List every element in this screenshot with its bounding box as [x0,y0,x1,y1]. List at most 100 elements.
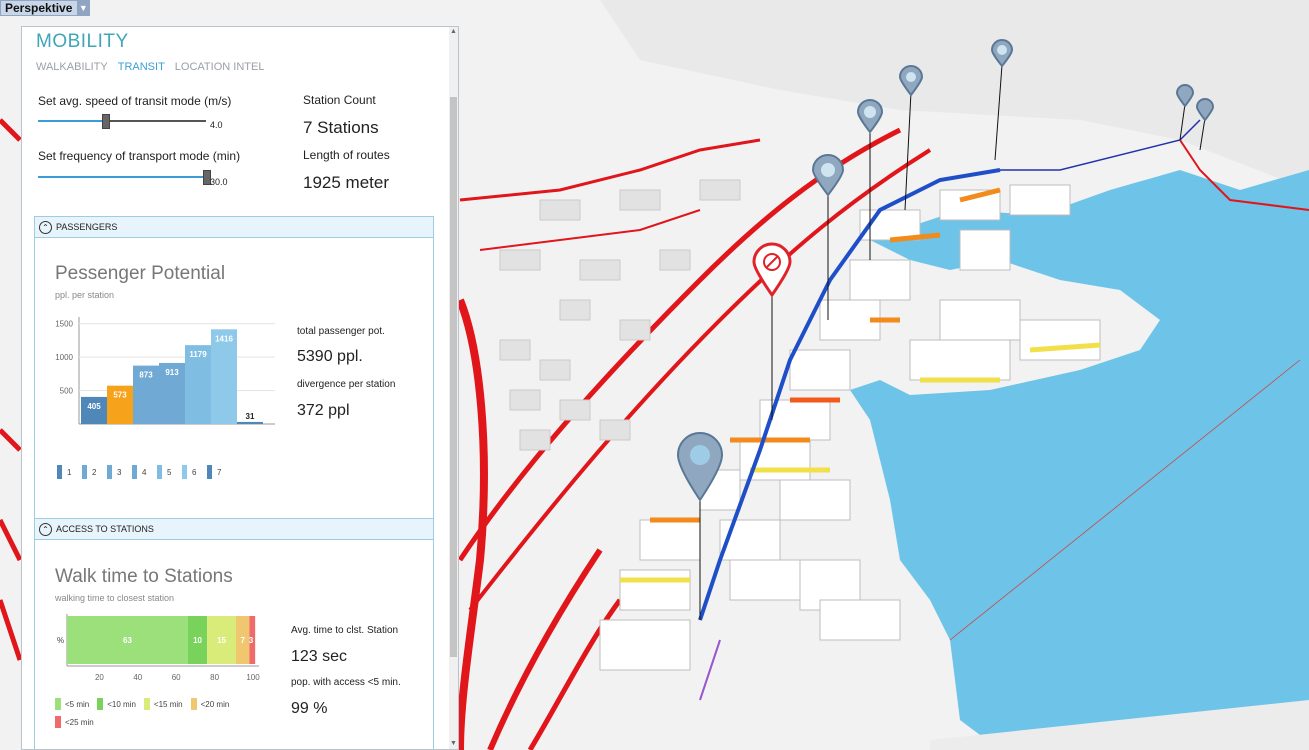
legend-swatch [55,698,61,710]
walk-chart-subtitle: walking time to closest station [55,593,175,603]
legend-swatch [143,698,150,710]
tab-walkability[interactable]: WALKABILITY [36,61,108,73]
y-tick-label: 1000 [55,353,73,362]
mobility-panel: ▲ ▼ MOBILITY WALKABILITY TRANSIT LOCATIO… [21,26,459,750]
legend-swatch [182,465,187,479]
x-tick-label: 60 [172,673,181,682]
collapse-icon[interactable]: ⌃ [39,522,52,536]
viewport-label: Perspektive [5,1,73,15]
passenger-chart-title: Pessenger Potential [55,263,226,284]
legend-label: <25 min [65,717,94,727]
chevron-down-icon[interactable]: ▼ [77,1,90,15]
legend-label: 1 [67,468,72,477]
bar-value-label: 573 [113,391,127,400]
station-count-label: Station Count [303,93,376,107]
route-length-value: 1925 meter [303,173,389,192]
frequency-slider[interactable] [38,170,211,185]
divergence-label: divergence per station [297,379,396,390]
passengers-section: ⌃ PASSENGERS Pessenger Potential ppl. pe… [34,216,434,519]
scroll-up-icon[interactable]: ▲ [449,27,458,37]
pop-access-value: 99 % [291,700,328,717]
legend-swatch [132,465,137,479]
scroll-thumb[interactable] [450,97,457,657]
pop-access-label: pop. with access <5 min. [291,677,401,688]
y-tick-label: 1500 [55,320,73,329]
segment-value-label: 15 [217,636,226,645]
bar-value-label: 31 [246,412,255,421]
y-axis-label: % [57,636,64,645]
scroll-down-icon[interactable]: ▼ [449,739,458,749]
legend-swatch [97,698,104,710]
passengers-section-header[interactable]: ⌃ PASSENGERS [35,217,433,238]
legend-swatch [207,465,212,479]
x-tick-label: 80 [210,673,219,682]
speed-value: 4.0 [210,120,223,130]
x-tick-label: 100 [246,673,260,682]
legend-label: 2 [92,468,97,477]
legend-item: <5 min [55,695,89,713]
walk-time-stacked-chart: % 63 10 15 7 3 20 40 60 80 100 [57,614,260,682]
legend-swatch [82,465,87,479]
bar-6 [211,329,237,424]
station-count-value: 7 Stations [303,118,379,137]
segment-value-label: 10 [193,636,202,645]
access-header-label: ACCESS TO STATIONS [56,524,154,534]
frequency-value: 30.0 [210,177,228,187]
tab-bar: WALKABILITY TRANSIT LOCATION INTEL [36,61,264,73]
legend-swatch [55,716,61,728]
legend-item: <20 min [190,695,230,713]
passenger-bar-chart: 500 1000 1500 405 1 573 2 873 3 913 4 1179 5 1416 6 31 7 [55,317,275,479]
legend-label: <10 min [107,699,136,709]
speed-label: Set avg. speed of transit mode (m/s) [38,94,232,108]
legend-item: <10 min [97,695,136,713]
walk-chart-title: Walk time to Stations [55,566,233,587]
y-tick-label: 500 [60,387,74,396]
legend-label: <20 min [200,699,230,709]
panel-scrollbar[interactable]: ▲ ▼ [449,27,458,749]
tab-location-intel[interactable]: LOCATION INTEL [175,61,265,73]
speed-slider-rest [105,120,206,122]
access-section-header[interactable]: ⌃ ACCESS TO STATIONS [35,519,433,540]
legend-label: <15 min [153,699,183,709]
divergence-value: 372 ppl [297,402,350,419]
route-length-label: Length of routes [303,148,390,162]
legend-label: 7 [217,468,222,477]
frequency-label: Set frequency of transport mode (min) [38,149,241,163]
bar-value-label: 1179 [189,350,207,359]
x-tick-label: 20 [95,673,104,682]
speed-slider-handle[interactable] [102,114,110,129]
legend-swatch [57,465,62,479]
avg-time-value: 123 sec [291,648,348,665]
speed-slider[interactable] [38,114,206,129]
legend-label: 3 [117,468,122,477]
avg-time-label: Avg. time to clst. Station [291,625,399,636]
legend-label: 6 [192,468,197,477]
passenger-chart-subtitle: ppl. per station [55,290,115,300]
total-passenger-label: total passenger pot. [297,326,385,337]
collapse-icon[interactable]: ⌃ [39,220,52,234]
legend-item: <25 min [55,713,94,731]
segment-value-label: 63 [123,636,132,645]
legend-swatch [157,465,162,479]
bar-value-label: 873 [139,371,153,380]
segment-value-label: 7 [240,636,245,645]
segment-value-label: 3 [249,636,254,645]
walk-time-legend: <5 min <10 min <15 min <20 min <25 min [55,695,265,731]
legend-item: <15 min [143,695,183,713]
x-tick-label: 40 [133,673,142,682]
legend-swatch [107,465,112,479]
viewport-selector[interactable]: Perspektive ▼ [0,0,91,16]
bar-value-label: 405 [87,402,101,411]
bar-7 [237,421,263,424]
total-passenger-value: 5390 ppl. [297,348,363,365]
passengers-header-label: PASSENGERS [56,222,118,232]
legend-label: 5 [167,468,172,477]
bar-value-label: 913 [165,368,179,377]
tab-transit[interactable]: TRANSIT [118,61,165,73]
bar-value-label: 1416 [215,334,233,343]
panel-title: MOBILITY [36,31,129,52]
legend-label: 4 [142,468,147,477]
access-section: ⌃ ACCESS TO STATIONS Walk time to Statio… [34,518,434,749]
legend-label: <5 min [65,699,90,709]
legend-swatch [190,698,197,710]
